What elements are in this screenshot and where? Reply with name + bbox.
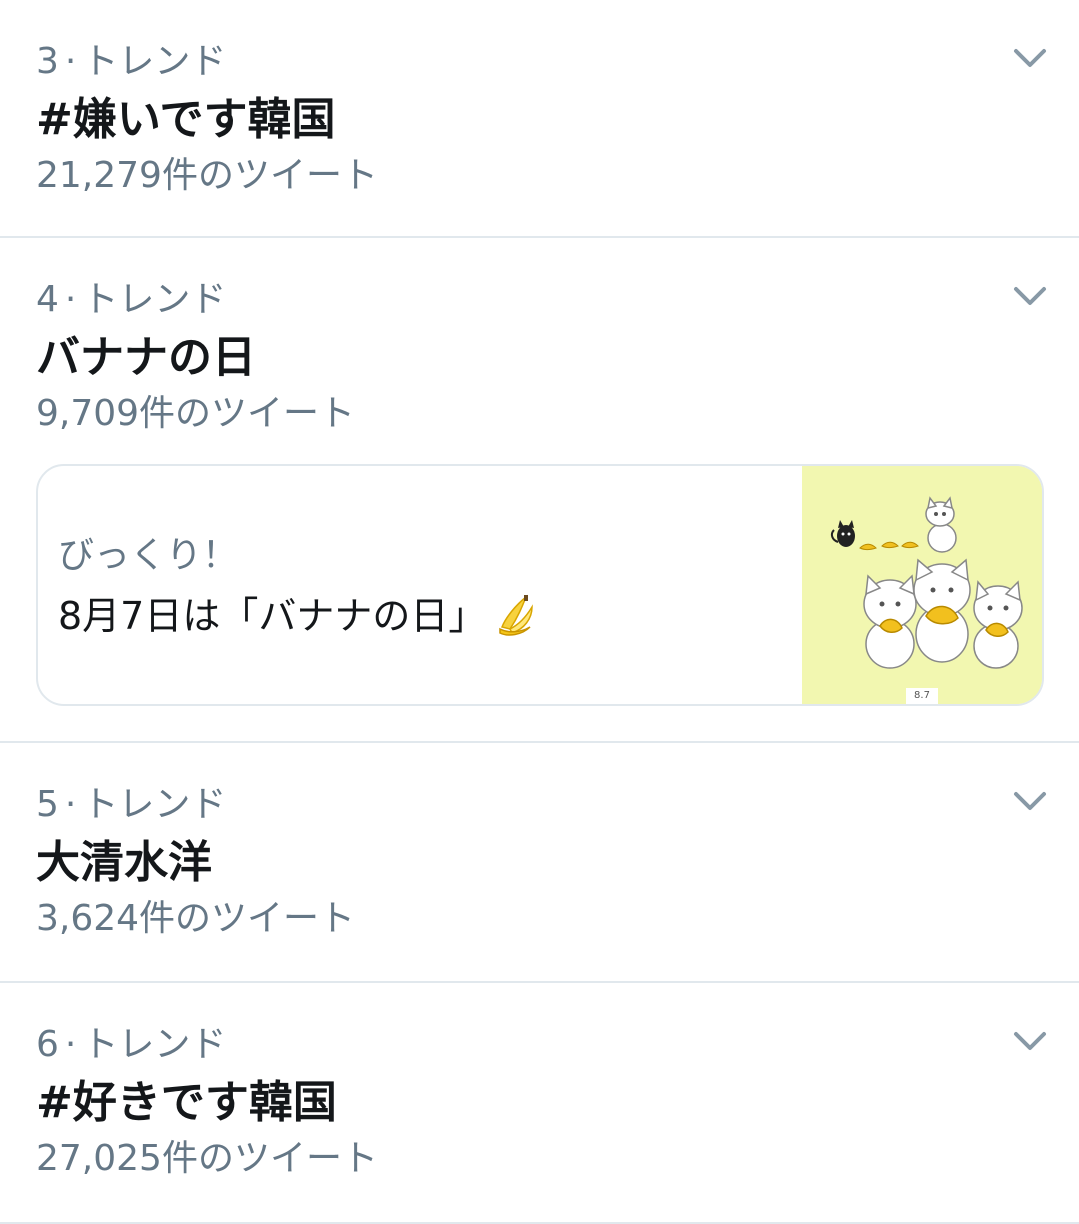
trend-rank: 5 — [36, 784, 59, 825]
meta-separator: · — [64, 279, 77, 320]
trend-label: トレンド — [82, 279, 227, 320]
trend-name: #好きです韓国 — [36, 1077, 337, 1128]
card-subtitle: びっくり！ — [58, 535, 239, 576]
trend-item[interactable]: 6 · トレンド #好きです韓国 27,025件のツイート — [0, 983, 1079, 1224]
trend-name: 大清水洋 — [36, 837, 212, 888]
image-date-label: 8.7 — [906, 688, 938, 704]
meta-separator: · — [64, 1024, 77, 1065]
trend-label: トレンド — [82, 1024, 227, 1065]
card-headline-text: 8月7日は「バナナの日」 — [58, 594, 487, 638]
chevron-down-icon[interactable] — [1013, 284, 1047, 308]
cats-eating-bananas-illustration — [802, 466, 1042, 704]
trend-rank: 4 — [36, 279, 59, 320]
trend-name: #嫌いです韓国 — [36, 94, 336, 145]
trend-name: バナナの日 — [36, 332, 256, 383]
trend-meta: 3 · トレンド — [36, 40, 226, 84]
trend-item[interactable]: 3 · トレンド #嫌いです韓国 21,279件のツイート — [0, 0, 1079, 238]
card-thumbnail: 8.7 — [802, 466, 1042, 704]
trend-label: トレンド — [82, 784, 227, 825]
trend-meta: 6 · トレンド — [36, 1023, 226, 1067]
card-headline: 8月7日は「バナナの日」 — [58, 592, 536, 648]
moment-card[interactable]: びっくり！ 8月7日は「バナナの日」 8.7 — [36, 464, 1044, 706]
trend-meta: 5 · トレンド — [36, 783, 226, 827]
trend-item[interactable]: 4 · トレンド バナナの日 9,709件のツイート びっくり！ 8月7日は「バナナ… — [0, 238, 1079, 743]
tweet-count: 9,709件のツイート — [36, 393, 356, 434]
meta-separator: · — [64, 784, 77, 825]
tweet-count: 21,279件のツイート — [36, 155, 378, 196]
tweet-count: 27,025件のツイート — [36, 1138, 378, 1179]
chevron-down-icon[interactable] — [1013, 789, 1047, 813]
trend-rank: 3 — [36, 41, 59, 82]
chevron-down-icon[interactable] — [1013, 46, 1047, 70]
trend-item[interactable]: 5 · トレンド 大清水洋 3,624件のツイート — [0, 743, 1079, 983]
banana-icon — [496, 593, 536, 648]
trend-meta: 4 · トレンド — [36, 278, 226, 322]
chevron-down-icon[interactable] — [1013, 1029, 1047, 1053]
meta-separator: · — [64, 41, 77, 82]
trend-label: トレンド — [82, 41, 227, 82]
tweet-count: 3,624件のツイート — [36, 898, 356, 939]
cat-left-figure — [863, 574, 917, 669]
trend-rank: 6 — [36, 1024, 59, 1065]
